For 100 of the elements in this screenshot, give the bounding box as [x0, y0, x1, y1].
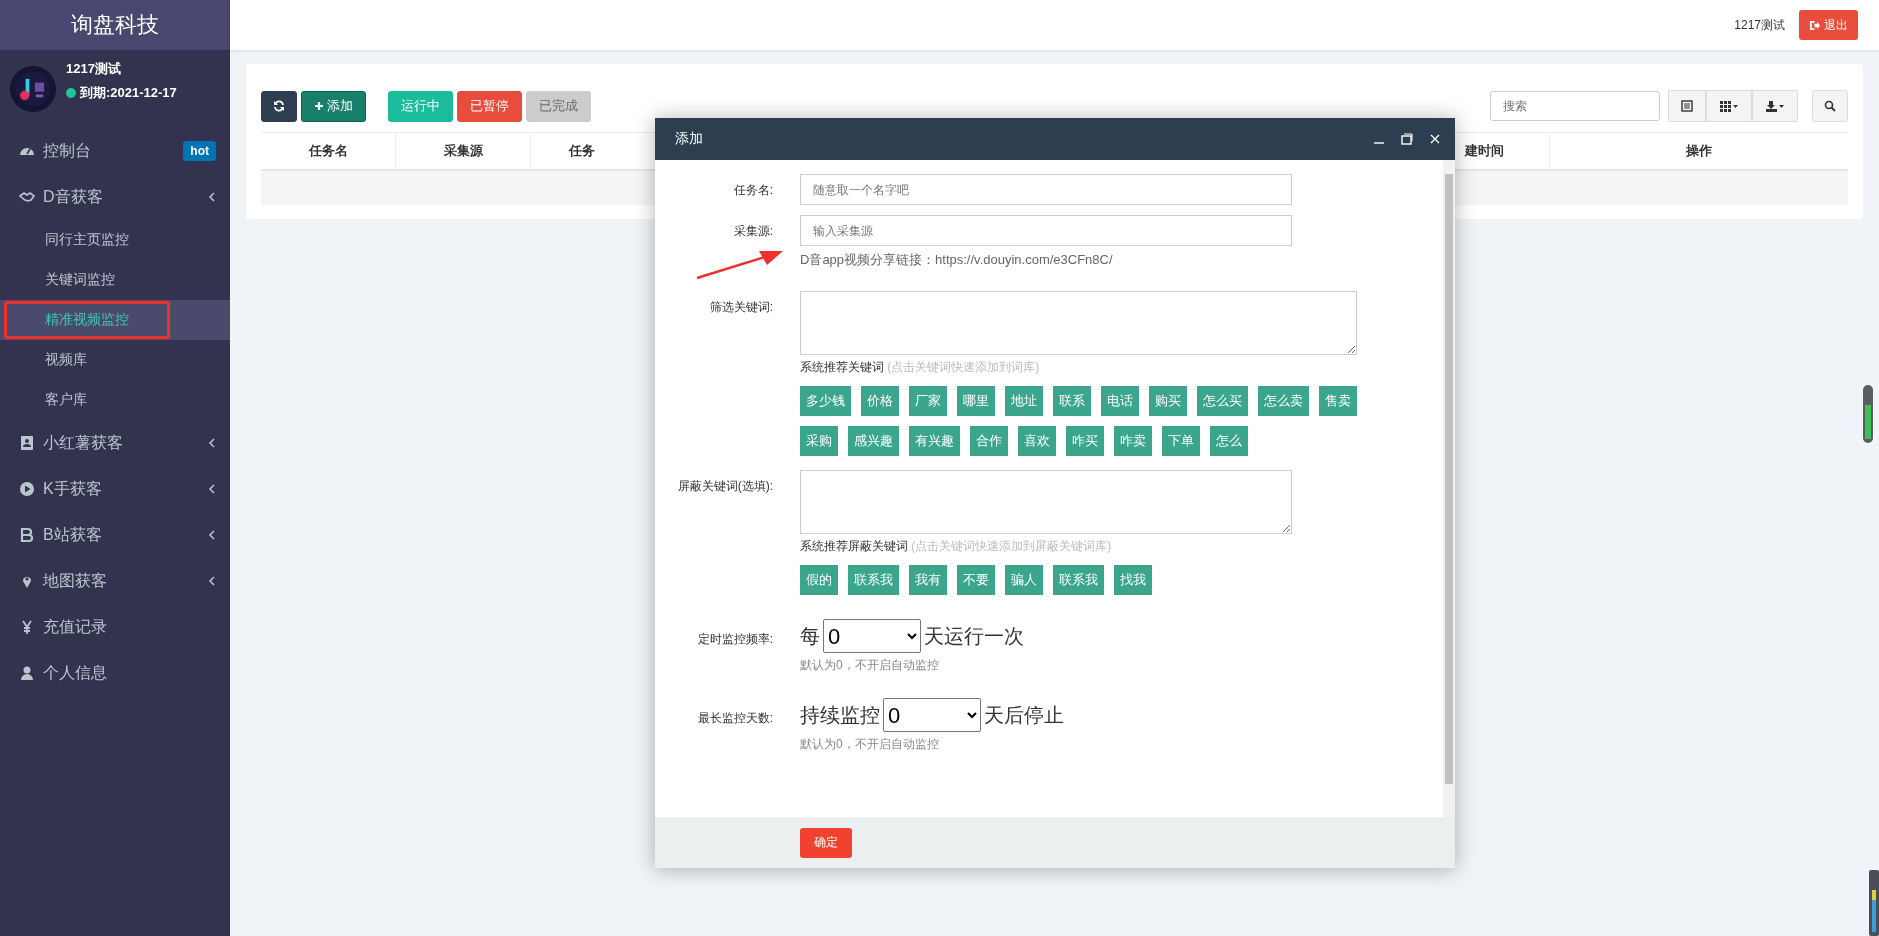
keyword-tag[interactable]: 购买: [1149, 386, 1187, 416]
keyword-tag[interactable]: 联系: [1053, 386, 1091, 416]
close-icon[interactable]: [1429, 133, 1441, 145]
keyword-tag[interactable]: 多少钱: [800, 386, 851, 416]
keyword-tag[interactable]: 怎么买: [1197, 386, 1248, 416]
export-button[interactable]: [1752, 90, 1798, 122]
user-icon: [19, 665, 35, 681]
menu-item[interactable]: D音获客: [0, 174, 230, 220]
user-name: 1217测试: [66, 60, 122, 78]
refresh-icon: [273, 100, 285, 112]
select-suffix: 天后停止: [984, 702, 1064, 728]
list-icon: [1681, 100, 1693, 112]
menu-item[interactable]: K手获客: [0, 466, 230, 512]
field-label: 最长监控天数:: [696, 710, 773, 727]
column-header: 任务: [569, 142, 595, 160]
keyword-tag[interactable]: 价格: [861, 386, 899, 416]
keyword-tag[interactable]: 咋卖: [1114, 426, 1152, 456]
meter-icon: [1869, 870, 1879, 936]
keyword-tag[interactable]: 怎么卖: [1258, 386, 1309, 416]
meter-icon: [1863, 385, 1873, 443]
menu-item[interactable]: B站获客: [0, 512, 230, 558]
keyword-tag[interactable]: 不要: [957, 565, 995, 595]
keyword-tag[interactable]: 咋买: [1066, 426, 1104, 456]
keyword-tag[interactable]: 骗人: [1005, 565, 1043, 595]
menu-item[interactable]: 控制台 hot: [0, 128, 230, 174]
number-select[interactable]: 0: [823, 619, 921, 653]
list-view-button[interactable]: [1668, 90, 1706, 122]
submenu-item[interactable]: 视频库: [0, 340, 230, 380]
add-button[interactable]: 添加: [301, 90, 366, 122]
text-field[interactable]: 随意取一个名字吧: [800, 174, 1292, 205]
keyword-tag[interactable]: 合作: [970, 426, 1008, 456]
number-select[interactable]: 0: [883, 698, 981, 732]
submenu-item[interactable]: 关键词监控: [0, 260, 230, 300]
keyword-tag[interactable]: 假的: [800, 565, 838, 595]
columns-button[interactable]: [1706, 90, 1752, 122]
logout-icon: [1809, 19, 1820, 31]
plus-icon: [314, 101, 324, 111]
field-label: 采集源:: [732, 223, 773, 240]
refresh-button[interactable]: [261, 90, 297, 122]
field-label: 屏蔽关键词(选填):: [676, 478, 773, 495]
text-field[interactable]: 输入采集源: [800, 215, 1292, 246]
hint-text: 默认为0，不开启自动监控: [800, 736, 940, 753]
logout-button[interactable]: 退出: [1799, 10, 1858, 40]
book-icon: [19, 435, 35, 451]
hand-icon: [19, 189, 35, 205]
search-field[interactable]: 搜索: [1490, 91, 1660, 121]
column-header: 任务名: [308, 142, 348, 160]
yen-icon: [19, 619, 35, 635]
b-icon: [19, 527, 35, 543]
menu-item[interactable]: 地图获客: [0, 558, 230, 604]
keywords-field[interactable]: [800, 291, 1357, 355]
brand-title: 询盘科技: [0, 0, 230, 50]
hint-text: D音app视频分享链接：https://v.douyin.com/e3CFn8C/: [800, 252, 1113, 267]
field-label: 筛选关键词:: [708, 299, 773, 316]
keyword-tag[interactable]: 下单: [1162, 426, 1200, 456]
menu-item[interactable]: 小红薯获客: [0, 420, 230, 466]
keyword-tag[interactable]: 地址: [1005, 386, 1043, 416]
play-icon: [19, 481, 35, 497]
search-button[interactable]: [1812, 90, 1848, 122]
keyword-tag[interactable]: 联系我: [848, 565, 899, 595]
scrollbar[interactable]: [1443, 160, 1455, 817]
keyword-tag[interactable]: 电话: [1101, 386, 1139, 416]
suggest-note: (点击关键词快速添加到词库): [887, 360, 1040, 374]
download-icon: [1765, 100, 1785, 112]
keyword-tag[interactable]: 售卖: [1319, 386, 1357, 416]
column-header: 建时间: [1465, 142, 1504, 160]
suggest-note: (点击关键词快速添加到屏蔽关键词库): [911, 539, 1112, 553]
submenu-item[interactable]: 同行主页监控: [0, 220, 230, 260]
hint-text: 默认为0，不开启自动监控: [800, 657, 940, 674]
keyword-tag[interactable]: 采购: [800, 426, 838, 456]
keyword-tag[interactable]: 喜欢: [1018, 426, 1056, 456]
submenu-item[interactable]: 客户库: [0, 380, 230, 420]
keyword-tag[interactable]: 怎么: [1210, 426, 1248, 456]
hot-badge: hot: [183, 141, 216, 161]
grid-icon: [1719, 100, 1739, 112]
menu-item[interactable]: 充值记录: [0, 604, 230, 650]
expiry-date: 到期:2021-12-17: [80, 84, 177, 102]
suggest-title: 系统推荐屏蔽关键词: [800, 539, 908, 553]
keywords-field[interactable]: [800, 470, 1292, 534]
keyword-tag[interactable]: 哪里: [957, 386, 995, 416]
field-label: 定时监控频率:: [696, 631, 773, 648]
user-name: 1217测试: [1734, 16, 1785, 34]
field-label: 任务名:: [732, 182, 773, 199]
keyword-tag[interactable]: 感兴趣: [848, 426, 899, 456]
keyword-tag[interactable]: 厂家: [909, 386, 947, 416]
menu-item[interactable]: 个人信息: [0, 650, 230, 696]
column-header: 采集源: [443, 142, 483, 160]
keyword-tag[interactable]: 我有: [909, 565, 947, 595]
filter-button[interactable]: 运行中: [388, 90, 453, 122]
confirm-button[interactable]: 确定: [800, 827, 852, 858]
dialog-title: 添加: [675, 130, 704, 148]
keyword-tag[interactable]: 找我: [1114, 565, 1152, 595]
search-icon: [1824, 100, 1836, 112]
select-prefix: 持续监控: [800, 702, 880, 728]
filter-button[interactable]: 已暂停: [457, 90, 522, 122]
column-header: 操作: [1686, 142, 1712, 160]
maximize-icon[interactable]: [1401, 133, 1413, 145]
keyword-tag[interactable]: 有兴趣: [909, 426, 960, 456]
keyword-tag[interactable]: 联系我: [1053, 565, 1104, 595]
suggest-title: 系统推荐关键词: [800, 360, 884, 374]
